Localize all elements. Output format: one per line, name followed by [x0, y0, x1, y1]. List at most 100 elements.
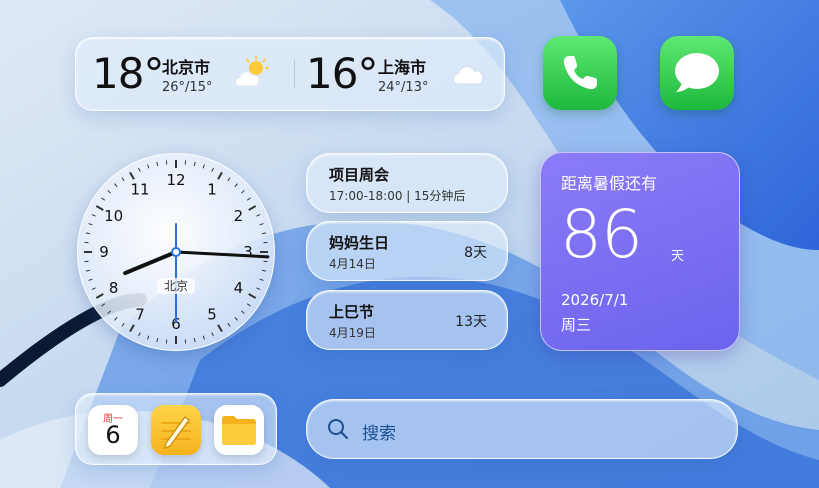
clock-tick	[261, 232, 267, 235]
event-title: 妈妈生日	[329, 234, 390, 252]
clock-face: 121234567891011	[84, 160, 270, 344]
clock-tick	[91, 287, 96, 290]
event-days-left: 8天	[464, 245, 487, 261]
clock-numeral: 4	[234, 279, 244, 297]
weather-divider	[294, 60, 295, 88]
event-subtitle: 17:00-18:00 | 15分钟后	[329, 189, 466, 203]
clock-tick	[95, 205, 104, 211]
clock-tick	[85, 269, 91, 272]
clock-city-label: 北京	[157, 278, 195, 294]
calendar-day: 6	[105, 421, 121, 449]
clock-numeral: 1	[207, 181, 217, 199]
event-subtitle: 4月19日	[329, 326, 376, 340]
clock-tick	[147, 335, 150, 340]
weather-widget[interactable]: 18° 北京市 26°/15° 16° 上海市 24°/13°	[75, 37, 505, 111]
clock-tick	[121, 177, 125, 182]
clock-tick	[202, 164, 205, 169]
clock-tick	[227, 177, 231, 182]
clock-tick	[234, 317, 238, 321]
clock-tick	[88, 278, 93, 281]
clock-tick	[241, 310, 245, 314]
countdown-weekday: 周三	[561, 316, 592, 334]
partly-sunny-icon	[235, 56, 269, 87]
clock-tick	[246, 303, 251, 307]
cloudy-icon	[453, 65, 484, 85]
clock-tick	[241, 190, 245, 194]
countdown-number: 86	[560, 196, 643, 273]
clock-numeral: 12	[166, 171, 185, 189]
app-dock: 周一 6	[75, 393, 277, 465]
clock-tick	[217, 171, 223, 180]
notes-app-icon[interactable]	[151, 405, 201, 455]
countdown-widget[interactable]: 距离暑假还有 86 天 2026/7/1 周三	[540, 152, 740, 351]
clock-tick	[121, 322, 125, 327]
clock-tick	[193, 337, 196, 343]
weather-city-beijing: 北京市	[162, 58, 211, 77]
event-card-meeting[interactable]: 项目周会 17:00-18:00 | 15分钟后	[306, 153, 508, 213]
clock-tick	[256, 214, 261, 217]
clock-numeral: 7	[135, 305, 145, 323]
clock-tick	[85, 232, 91, 235]
event-subtitle: 4月14日	[329, 257, 376, 271]
clock-hour-hand	[123, 250, 178, 276]
weather-range-beijing: 26°/15°	[162, 80, 213, 95]
clock-numeral: 10	[104, 207, 123, 225]
clock-tick	[248, 293, 257, 299]
clock-tick	[138, 332, 141, 337]
clock-tick	[234, 183, 238, 187]
clock-numeral: 2	[234, 207, 244, 225]
clock-tick	[156, 337, 159, 343]
clock-tick	[88, 223, 93, 226]
weather-city-shanghai: 上海市	[378, 58, 427, 77]
clock-tick	[202, 335, 205, 340]
clock-tick	[107, 310, 111, 314]
clock-tick	[129, 324, 135, 333]
clock-tick	[147, 164, 150, 169]
clock-tick	[256, 287, 261, 290]
event-card-birthday[interactable]: 妈妈生日 4月14日 8天	[306, 221, 508, 281]
clock-tick	[193, 161, 196, 167]
clock-tick	[101, 303, 106, 307]
phone-app-icon[interactable]	[543, 36, 617, 110]
clock-minute-hand	[174, 250, 270, 259]
clock-numeral: 8	[109, 279, 119, 297]
event-title: 项目周会	[329, 166, 390, 184]
countdown-date: 2026/7/1	[561, 291, 629, 309]
search-icon	[328, 419, 349, 440]
clock-tick	[95, 293, 104, 299]
clock-tick	[248, 205, 257, 211]
notes-pencil-icon	[161, 416, 191, 449]
clock-tick	[259, 223, 264, 226]
search-label: 搜索	[362, 424, 396, 444]
phone-icon	[563, 56, 597, 90]
clock-tick	[91, 214, 96, 217]
files-app-icon[interactable]	[214, 405, 264, 455]
clock-tick	[101, 197, 106, 201]
clock-tick	[217, 324, 223, 333]
clock-tick	[211, 332, 214, 337]
clock-tick	[261, 269, 267, 272]
clock-numeral: 11	[130, 181, 149, 199]
clock-tick	[138, 167, 141, 172]
clock-tick	[129, 171, 135, 180]
folder-icon	[222, 416, 256, 445]
clock-numeral: 3	[243, 243, 253, 261]
clock-numeral: 5	[207, 305, 217, 323]
event-title: 上巳节	[329, 303, 375, 321]
message-bubble-icon	[675, 53, 719, 92]
weather-temp-shanghai: 16°	[306, 49, 378, 98]
messages-app-icon[interactable]	[660, 36, 734, 110]
clock-tick	[107, 190, 111, 194]
event-card-festival[interactable]: 上巳节 4月19日 13天	[306, 290, 508, 350]
weather-temp-beijing: 18°	[92, 49, 164, 98]
countdown-unit: 天	[671, 249, 685, 264]
search-bar[interactable]: 搜索	[306, 399, 738, 459]
clock-tick	[114, 183, 118, 187]
clock-tick	[246, 197, 251, 201]
event-days-left: 13天	[455, 314, 487, 330]
weather-range-shanghai: 24°/13°	[378, 80, 429, 95]
clock-widget[interactable]: 12 1 2 3 4 5 6 7 8 9 10 11 北京	[77, 153, 275, 351]
calendar-app-icon[interactable]: 周一 6	[88, 405, 138, 455]
clock-tick	[227, 322, 231, 327]
clock-tick	[114, 317, 118, 321]
